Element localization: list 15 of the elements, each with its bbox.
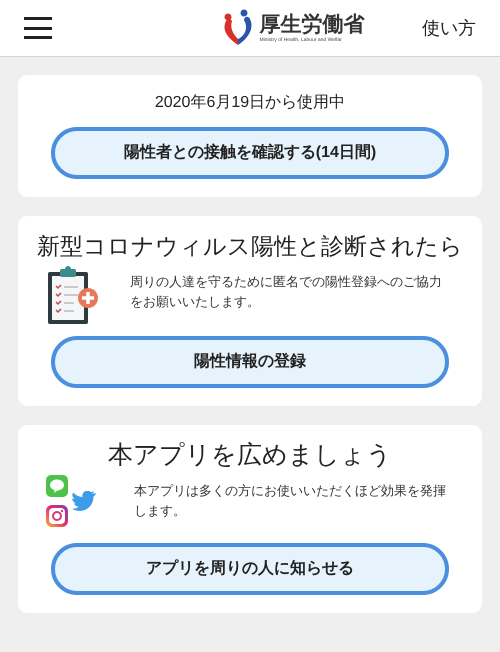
logo-title: 厚生労働省 xyxy=(260,12,364,36)
camera-app-icon xyxy=(46,505,68,527)
menu-icon[interactable] xyxy=(24,17,52,39)
card-description: 本アプリは多くの方にお使いいただくほど効果を発揮します。 xyxy=(134,482,447,520)
card-title: 本アプリを広めましょう xyxy=(108,440,392,471)
action-button[interactable]: 陽性情報の登録 xyxy=(51,336,449,388)
action-button[interactable]: 陽性者との接触を確認する(14日間) xyxy=(51,127,449,179)
bird-icon xyxy=(72,491,96,511)
action-button[interactable]: アプリを周りの人に知らせる xyxy=(51,543,449,595)
card-title: 新型コロナウィルス陽性と診断されたら xyxy=(37,232,463,261)
clipboard-icon xyxy=(46,266,100,326)
card-description: 周りの人達を守るために匿名での陽性登録へのご協力をお願いいたします。 xyxy=(130,273,443,311)
help-link[interactable]: 使い方 xyxy=(422,14,476,42)
usage-date: 2020年6月19日から使用中 xyxy=(154,92,346,113)
chat-app-icon xyxy=(46,475,68,497)
